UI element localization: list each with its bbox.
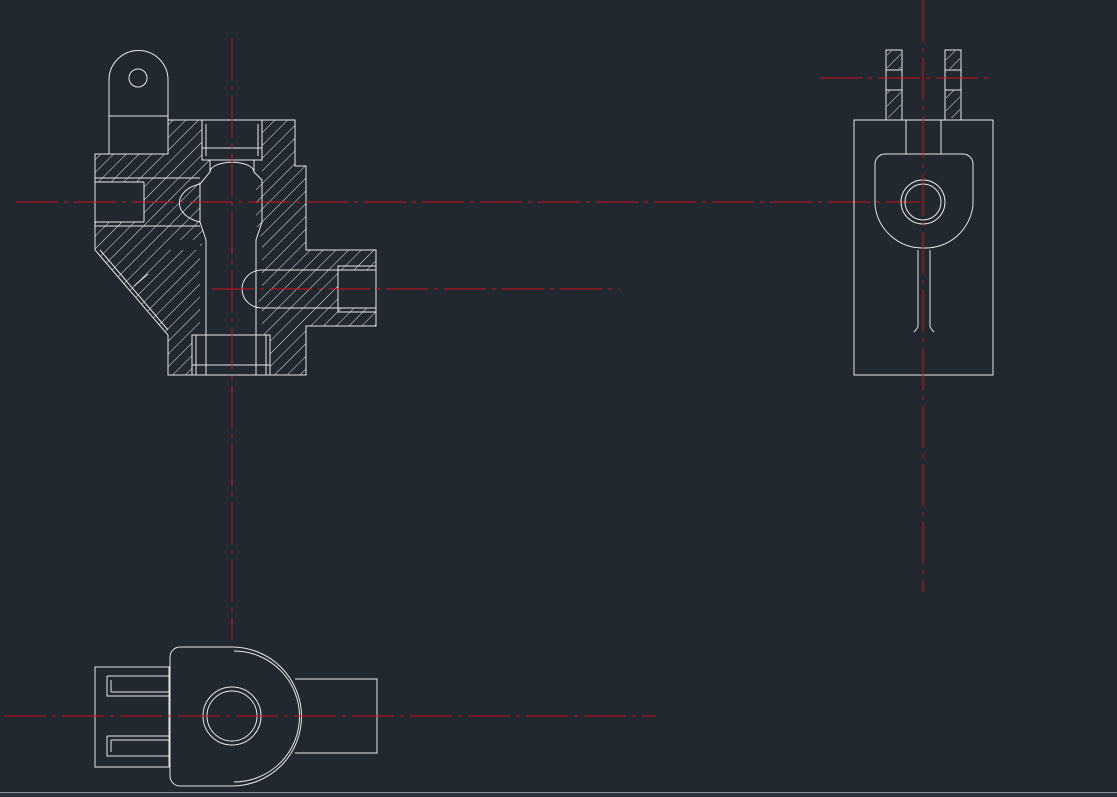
section-hatching bbox=[95, 120, 376, 375]
top-view[interactable] bbox=[4, 646, 656, 787]
side-centerlines bbox=[820, 0, 992, 592]
front-centerlines bbox=[16, 38, 920, 640]
cad-drawing-canvas[interactable] bbox=[0, 0, 1117, 797]
front-section-view[interactable] bbox=[16, 38, 920, 640]
drawing-svg[interactable] bbox=[0, 0, 1117, 797]
side-view[interactable] bbox=[820, 0, 994, 592]
front-outline bbox=[94, 50, 377, 376]
viewport-bottom-edge bbox=[0, 792, 1117, 797]
